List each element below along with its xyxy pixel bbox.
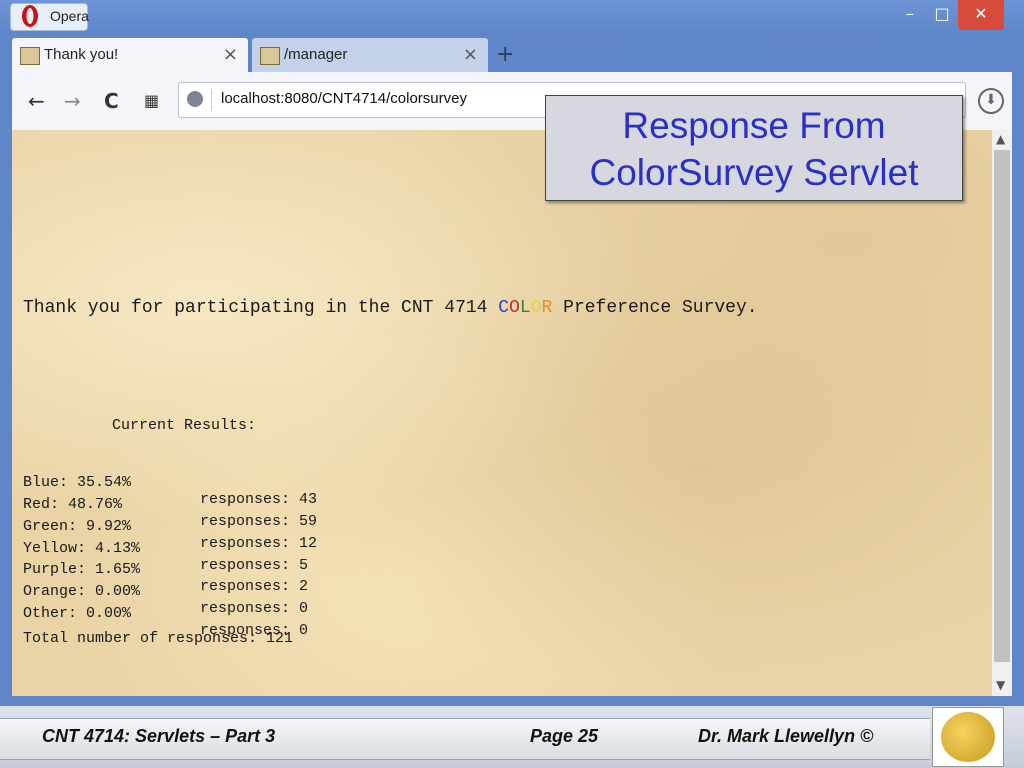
address-url[interactable]: localhost:8080/CNT4714/colorsurvey (221, 90, 467, 107)
page-content: Thank you for participating in the CNT 4… (12, 130, 992, 696)
slide-footer: CNT 4714: Servlets – Part 3 Page 25 Dr. … (0, 706, 1024, 768)
new-tab-button[interactable]: + (496, 42, 514, 67)
footer-page: Page 25 (530, 726, 599, 746)
close-window-button[interactable]: ✕ (958, 0, 1004, 30)
slide-callout: Response From ColorSurvey Servlet (545, 95, 963, 201)
color-letter: C (498, 298, 510, 318)
thank-you-message: Thank you for participating in the CNT 4… (23, 298, 758, 318)
scrollbar-thumb[interactable] (994, 150, 1010, 662)
total-responses: Total number of responses: 121 (23, 630, 294, 647)
maximize-button[interactable]: □ (926, 0, 958, 30)
result-responses: responses: 12 (200, 535, 318, 552)
scroll-down-icon[interactable]: ▼ (996, 678, 1005, 692)
opera-menu-button[interactable]: Opera (10, 3, 89, 31)
thanks-text-before: Thank you for participating in the CNT 4… (23, 298, 499, 318)
color-letter: O (530, 298, 542, 318)
site-info-icon[interactable] (187, 91, 203, 107)
tab-manager[interactable]: /manager × (252, 38, 488, 72)
minimize-button[interactable]: – (894, 0, 926, 30)
tab-close-icon[interactable]: × (223, 44, 238, 65)
result-responses: responses: 2 (200, 578, 309, 595)
result-color-percent: Other: 0.00% (23, 605, 132, 622)
page-favicon-icon (20, 47, 40, 65)
reload-button[interactable]: C (104, 89, 119, 113)
tab-close-icon[interactable]: × (463, 44, 478, 65)
forward-button[interactable]: → (64, 89, 81, 113)
title-bar: Opera – □ ✕ (0, 0, 1024, 34)
scroll-up-icon[interactable]: ▲ (996, 132, 1005, 146)
address-separator (211, 89, 212, 111)
speed-dial-icon[interactable]: ▦ (144, 91, 159, 110)
page-favicon-icon (260, 47, 280, 65)
callout-line-2: ColorSurvey Servlet (589, 152, 919, 193)
tab-thank-you[interactable]: Thank you! × (12, 38, 248, 72)
pegasus-logo-icon (941, 712, 995, 762)
tab-label: /manager (284, 46, 348, 63)
result-responses: responses: 59 (200, 513, 318, 530)
result-responses: responses: 0 (200, 600, 309, 617)
opera-logo-icon (22, 5, 38, 27)
opera-menu-label: Opera (50, 8, 89, 24)
result-responses: responses: 5 (200, 557, 309, 574)
vertical-scrollbar[interactable]: ▲ ▼ (992, 130, 1012, 696)
color-letter: L (519, 298, 531, 318)
footer-author: Dr. Mark Llewellyn © (698, 726, 874, 746)
footer-bar: CNT 4714: Servlets – Part 3 Page 25 Dr. … (0, 718, 930, 760)
footer-course: CNT 4714: Servlets – Part 3 (42, 726, 276, 746)
result-responses: responses: 43 (200, 491, 318, 508)
color-letter: R (541, 298, 553, 318)
results-title: Current Results: (112, 417, 257, 434)
thanks-text-after: Preference Survey. (552, 298, 758, 318)
color-letter: O (509, 298, 520, 318)
ucf-logo (932, 707, 1004, 767)
back-button[interactable]: ← (28, 89, 45, 113)
download-icon[interactable]: ⬇ (978, 88, 1004, 114)
callout-line-1: Response From (622, 105, 886, 146)
tab-label: Thank you! (44, 46, 119, 63)
